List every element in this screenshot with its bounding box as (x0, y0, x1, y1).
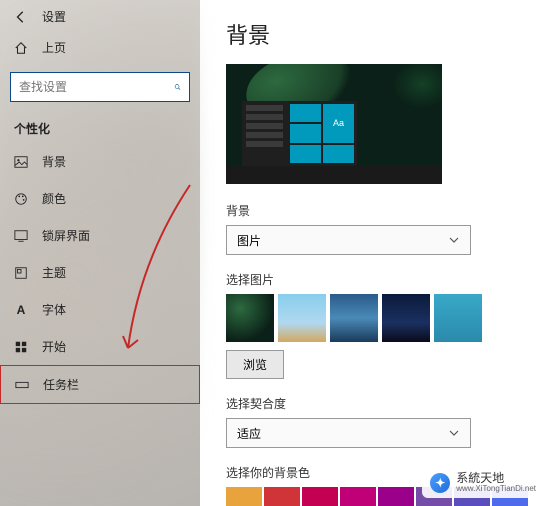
page-title: 背景 (226, 18, 526, 50)
search-input[interactable] (19, 80, 174, 94)
sidebar-item-label: 任务栏 (43, 376, 79, 393)
color-swatch[interactable] (492, 487, 528, 506)
main-content: 背景 Aa 背景 图片 选择图片 浏览 选择契合度 适应 (200, 0, 552, 506)
sidebar-item-label: 主题 (42, 264, 66, 281)
section-label: 个性化 (0, 108, 200, 143)
preview-tile-aa: Aa (323, 104, 354, 143)
home-label: 上页 (42, 39, 66, 56)
background-dropdown[interactable]: 图片 (226, 225, 471, 255)
fit-dropdown-label: 选择契合度 (226, 395, 526, 412)
sidebar-item-themes[interactable]: 主题 (0, 254, 200, 291)
home-icon (14, 41, 28, 55)
palette-icon (14, 192, 28, 206)
monitor-icon (14, 229, 28, 243)
sidebar-item-background[interactable]: 背景 (0, 143, 200, 180)
search-box[interactable] (10, 72, 190, 102)
sidebar-item-lockscreen[interactable]: 锁屏界面 (0, 217, 200, 254)
header-row: 设置 (0, 0, 200, 29)
color-swatch[interactable] (302, 487, 338, 506)
image-thumb[interactable] (278, 294, 326, 342)
picture-icon (14, 155, 28, 169)
chevron-down-icon (448, 427, 460, 439)
background-dropdown-label: 背景 (226, 202, 526, 219)
color-grid (226, 487, 526, 506)
bgcolor-label: 选择你的背景色 (226, 464, 526, 481)
brush-icon (14, 266, 28, 280)
sidebar-item-taskbar[interactable]: 任务栏 (0, 365, 200, 404)
sidebar-item-start[interactable]: 开始 (0, 328, 200, 365)
image-thumb[interactable] (226, 294, 274, 342)
fit-dropdown[interactable]: 适应 (226, 418, 471, 448)
search-wrap (10, 72, 190, 102)
chevron-down-icon (448, 234, 460, 246)
color-swatch[interactable] (264, 487, 300, 506)
sidebar-item-label: 锁屏界面 (42, 227, 90, 244)
home-button[interactable]: 上页 (0, 29, 200, 66)
image-thumb[interactable] (330, 294, 378, 342)
image-thumb[interactable] (434, 294, 482, 342)
back-icon[interactable] (14, 10, 28, 24)
start-menu-preview: Aa (242, 101, 357, 166)
browse-button[interactable]: 浏览 (226, 350, 284, 379)
search-icon (174, 80, 181, 94)
color-swatch[interactable] (454, 487, 490, 506)
sidebar-item-label: 字体 (42, 301, 66, 318)
image-thumbnails (226, 294, 526, 342)
sidebar-item-fonts[interactable]: A 字体 (0, 291, 200, 328)
desktop-preview: Aa (226, 64, 442, 184)
window-title: 设置 (42, 8, 66, 25)
fit-dropdown-value: 适应 (237, 425, 261, 442)
image-thumb[interactable] (382, 294, 430, 342)
sidebar-item-label: 背景 (42, 153, 66, 170)
font-icon: A (14, 303, 28, 317)
sidebar-item-colors[interactable]: 颜色 (0, 180, 200, 217)
color-swatch[interactable] (378, 487, 414, 506)
color-swatch[interactable] (340, 487, 376, 506)
color-swatch[interactable] (416, 487, 452, 506)
taskbar-icon (15, 378, 29, 392)
choose-image-label: 选择图片 (226, 271, 526, 288)
color-swatch[interactable] (226, 487, 262, 506)
sidebar-item-label: 颜色 (42, 190, 66, 207)
start-icon (14, 340, 28, 354)
sidebar-item-label: 开始 (42, 338, 66, 355)
sidebar: 设置 上页 个性化 背景 颜色 锁屏界面 主题 A 字体 开始 任务栏 (0, 0, 200, 506)
background-dropdown-value: 图片 (237, 232, 261, 249)
